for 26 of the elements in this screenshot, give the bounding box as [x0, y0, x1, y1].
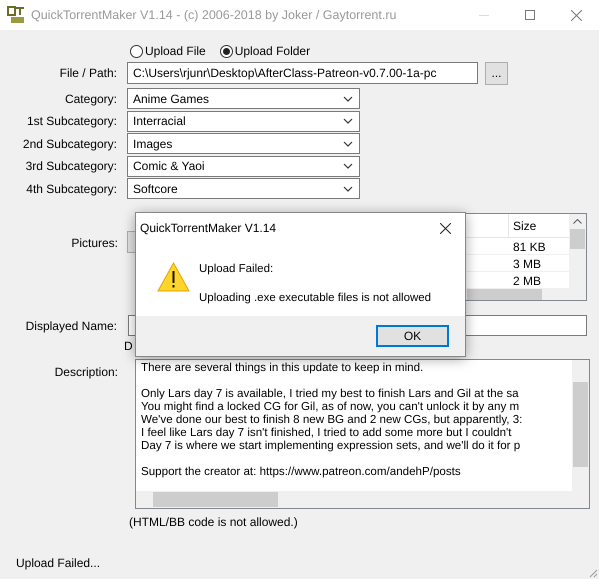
dialog-message: Uploading .exe executable files is not allowed — [199, 291, 432, 306]
description-note: (HTML/BB code is not allowed.) — [129, 515, 298, 529]
description-line: We've done our best to finish 8 new BG and 2 new CGs, but apparently, 3: — [141, 413, 524, 426]
description-label: Description: — [54, 364, 118, 381]
displayed-name-note: D — [124, 339, 133, 353]
category-label: 4th Subcategory: — [25, 180, 118, 198]
description-line: Day 7 is where we start implementing expression sets, and we'll do it for p — [141, 439, 522, 452]
category-label: 1st Subcategory: — [26, 113, 118, 130]
path-label: File / Path: — [58, 65, 118, 82]
description-line: You might find a locked CG for Gil, as of now, you can't unlock it by any m — [141, 400, 520, 413]
description-line: Only Lars day 7 is available, I tried my best to finish Lars and Gil at the sa — [141, 387, 520, 400]
table-cell-text: 81 KB — [512, 239, 547, 254]
table-cell-text: 3 MB — [512, 256, 542, 271]
description-line: Support the creator at: https://www.patreon.com/andehP/posts — [141, 465, 462, 478]
displayed-name-label: Displayed Name: — [24, 318, 118, 334]
category-label: Category: — [64, 90, 118, 108]
window-title: QuickTorrentMaker V1.14 - (c) 2006-2018 by Joker / Gaytorrent.ru — [31, 6, 396, 24]
dialog-title: QuickTorrentMaker V1.14 — [140, 220, 276, 237]
description-line: I feel like Lars day 7 isn't finished, I tried to add some more but I couldn't — [141, 426, 512, 439]
status-text: Upload Failed... — [16, 556, 100, 570]
table-cell-text: 2 MB — [512, 273, 542, 288]
pictures-label: Pictures: — [71, 235, 118, 252]
category-label: 2nd Subcategory: — [22, 136, 118, 152]
description-line: There are several things in this update to keep in mind. — [141, 361, 424, 374]
category-label: 3rd Subcategory: — [24, 158, 118, 175]
dialog-heading: Upload Failed: — [199, 262, 274, 277]
